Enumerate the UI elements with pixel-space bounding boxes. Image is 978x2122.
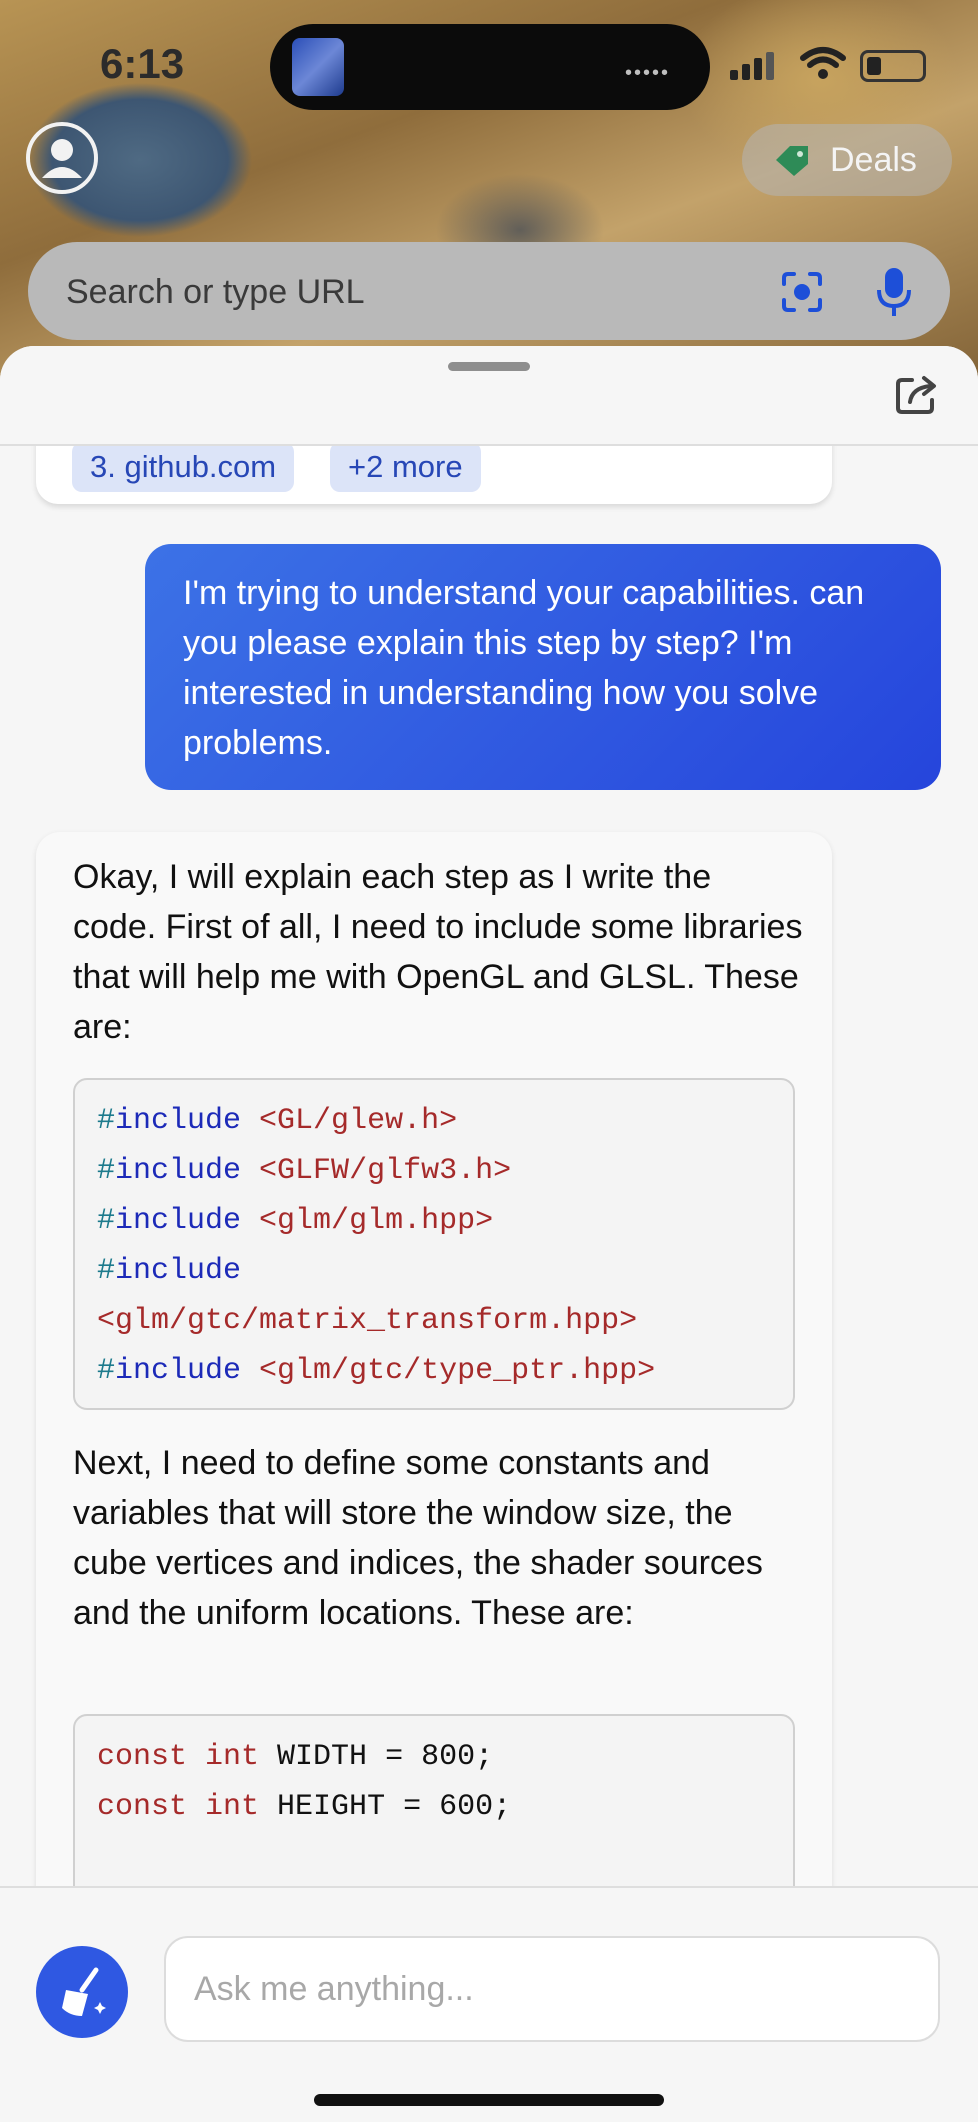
profile-button[interactable]	[26, 122, 98, 194]
status-time: 6:13	[100, 40, 185, 87]
sheet-grabber[interactable]	[448, 362, 530, 371]
code-line: #include <GL/glew.h>	[97, 1104, 458, 1138]
audio-waveform-icon: •••••	[624, 62, 670, 84]
source-chip-github[interactable]: 3. github.com	[72, 444, 295, 492]
code-line: #include <glm/glm.hpp>	[97, 1204, 494, 1238]
code-block-includes: #include <GL/glew.h> #include <GLFW/glfw…	[73, 1078, 795, 1410]
code-line: #include	[97, 1254, 242, 1288]
cellular-signal-icon	[730, 52, 774, 80]
new-topic-button[interactable]	[36, 1946, 128, 2038]
now-playing-artwork	[292, 38, 344, 96]
assistant-message-bubble: Okay, I will explain each step as I writ…	[36, 832, 832, 1886]
search-input[interactable]	[64, 242, 768, 342]
sources-card: 3. github.com +2 more	[36, 444, 832, 504]
chat-scroll-area[interactable]: 3. github.com +2 more I'm trying to unde…	[0, 444, 978, 1886]
composer-bar	[0, 1886, 978, 2122]
visual-search-icon[interactable]	[780, 270, 824, 314]
chat-sheet: 3. github.com +2 more I'm trying to unde…	[0, 346, 978, 2120]
code-line: const int HEIGHT = 600;	[97, 1790, 512, 1824]
code-line: <glm/gtc/matrix_transform.hpp>	[97, 1304, 638, 1338]
code-block-constants: const int WIDTH = 800; const int HEIGHT …	[73, 1714, 795, 1886]
deals-label: Deals	[830, 140, 917, 179]
sheet-header	[0, 346, 978, 446]
user-message-bubble: I'm trying to understand your capabiliti…	[145, 544, 941, 790]
broom-icon	[62, 1967, 106, 2016]
share-icon[interactable]	[894, 372, 942, 416]
user-message-text: I'm trying to understand your capabiliti…	[183, 574, 865, 762]
source-chip-more[interactable]: +2 more	[330, 444, 481, 492]
code-line: const int WIDTH = 800;	[97, 1740, 494, 1774]
search-bar[interactable]	[28, 242, 950, 342]
dynamic-island: •••••	[270, 24, 710, 110]
assistant-next-text: Next, I need to define some constants an…	[73, 1444, 763, 1632]
code-line: #include <glm/gtc/type_ptr.hpp>	[97, 1354, 656, 1388]
microphone-icon[interactable]	[876, 266, 912, 318]
deals-button[interactable]: Deals	[742, 124, 952, 196]
battery-icon	[860, 50, 926, 82]
code-line: #include <GLFW/glfw3.h>	[97, 1154, 512, 1188]
assistant-intro-text: Okay, I will explain each step as I writ…	[73, 858, 803, 1046]
price-tag-icon	[776, 146, 808, 176]
home-indicator	[314, 2094, 664, 2106]
user-icon	[42, 139, 82, 178]
ask-input[interactable]	[164, 1936, 940, 2042]
wifi-icon	[800, 47, 846, 79]
